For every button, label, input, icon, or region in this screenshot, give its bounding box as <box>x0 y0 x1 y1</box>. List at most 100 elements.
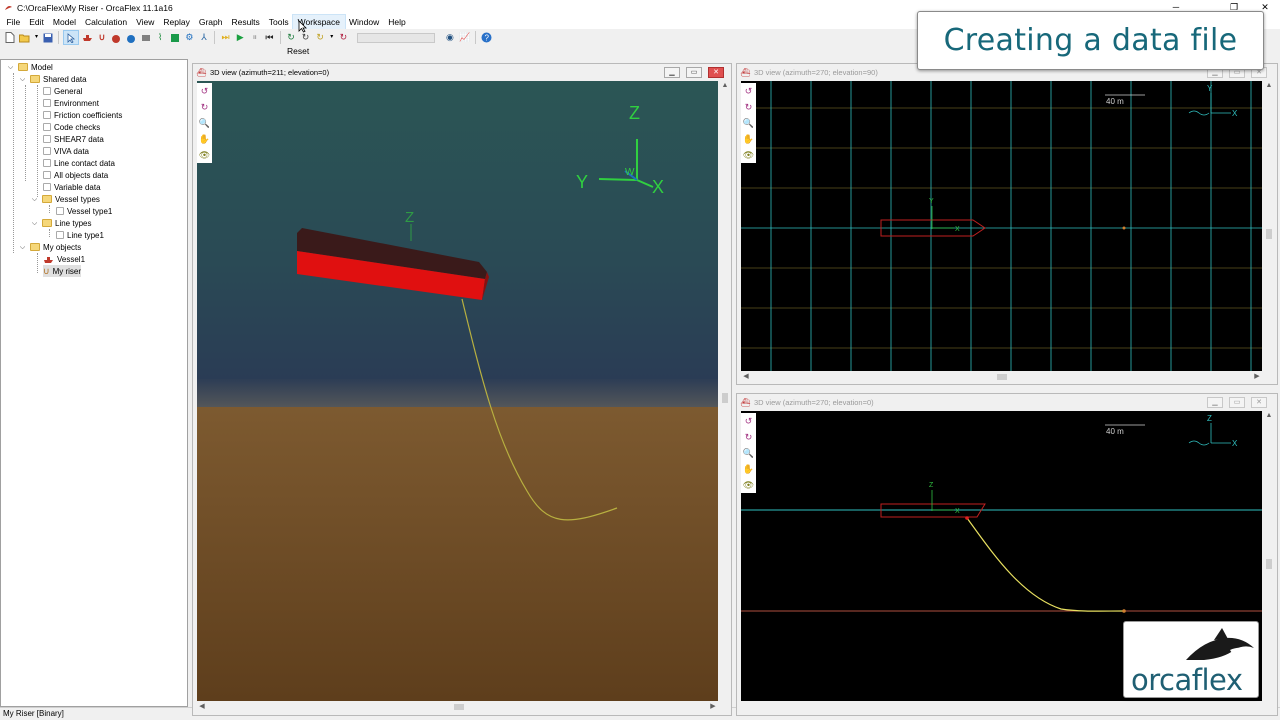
view-parameters-icon[interactable]: 👁 <box>198 148 211 162</box>
graph-icon[interactable]: 📈 <box>459 32 470 43</box>
tree-item-vessel-type1[interactable]: Vessel type1 <box>56 205 112 217</box>
tree-line-types[interactable]: ⌵ Line types <box>31 217 92 229</box>
scroll-left-arrow[interactable]: ◀ <box>741 372 751 382</box>
view-parameters-icon[interactable]: 👁 <box>742 478 755 492</box>
scroll-up-arrow[interactable]: ▲ <box>720 81 730 91</box>
main-view-horizontal-scrollbar[interactable]: ◀ ▶ <box>197 702 718 712</box>
tree-item-shear7[interactable]: SHEAR7 data <box>43 133 104 145</box>
new-winch-icon[interactable] <box>140 32 151 43</box>
tree-item-all-objects[interactable]: All objects data <box>43 169 108 181</box>
replay-step-icon[interactable]: ↻ <box>300 32 311 43</box>
tree-item-line-contact[interactable]: Line contact data <box>43 157 115 169</box>
zoom-icon[interactable]: 🔍 <box>742 116 755 130</box>
pause-icon[interactable]: ⏸ <box>249 32 260 43</box>
tree-item-environment[interactable]: Environment <box>43 97 99 109</box>
new-line-icon[interactable]: ∪ <box>96 32 107 43</box>
view-close-button[interactable]: ✕ <box>1251 397 1267 408</box>
menu-calculation[interactable]: Calculation <box>81 15 132 29</box>
elevation-view-vertical-scrollbar[interactable]: ▲ <box>1264 411 1274 701</box>
menu-edit[interactable]: Edit <box>25 15 49 29</box>
collapse-icon[interactable]: ⌵ <box>19 244 26 251</box>
new-turbine-icon[interactable]: ⅄ <box>199 32 210 43</box>
collapse-icon[interactable]: ⌵ <box>7 64 14 71</box>
help-icon[interactable]: ? <box>481 32 492 43</box>
plan-view-vertical-scrollbar[interactable]: ▲ <box>1264 81 1274 371</box>
new-shape-icon[interactable] <box>169 32 180 43</box>
collapse-icon[interactable]: ⌵ <box>19 76 26 83</box>
menu-help[interactable]: Help <box>384 15 410 29</box>
rotate-view-icon[interactable]: ↺ <box>742 84 755 98</box>
plan-view-horizontal-scrollbar[interactable]: ◀ ▶ <box>741 372 1262 382</box>
view-options-icon[interactable]: ◉ <box>444 32 455 43</box>
replay-stop-icon[interactable]: ↻ <box>338 32 349 43</box>
view-parameters-icon[interactable]: 👁 <box>742 148 755 162</box>
new-vessel-icon[interactable] <box>82 32 93 43</box>
scroll-thumb[interactable] <box>1266 559 1272 569</box>
tree-shared-data[interactable]: ⌵ Shared data <box>19 73 87 85</box>
menu-view[interactable]: View <box>132 15 159 29</box>
zoom-icon[interactable]: 🔍 <box>198 116 211 130</box>
save-icon[interactable] <box>43 32 54 43</box>
reset-icon[interactable]: ⏮ <box>264 32 275 43</box>
main-3d-scene[interactable]: Z Z Y X W <box>197 81 718 701</box>
tree-item-line-type1[interactable]: Line type1 <box>56 229 104 241</box>
menu-graph[interactable]: Graph <box>194 15 227 29</box>
tree-item-my-riser[interactable]: ∪ My riser <box>43 265 82 277</box>
scroll-thumb[interactable] <box>997 374 1007 380</box>
menu-window[interactable]: Window <box>345 15 384 29</box>
collapse-icon[interactable]: ⌵ <box>31 196 38 203</box>
tree-my-objects[interactable]: ⌵ My objects <box>19 241 81 253</box>
run-simulation-icon[interactable]: ▶ <box>235 32 246 43</box>
pan-icon[interactable]: ✋ <box>198 132 211 146</box>
rotate-view-icon[interactable]: ↺ <box>742 414 755 428</box>
scroll-thumb[interactable] <box>722 393 728 403</box>
rotate-view-alt-icon[interactable]: ↻ <box>742 430 755 444</box>
new-link-icon[interactable]: ⌇ <box>155 32 166 43</box>
menu-results[interactable]: Results <box>227 15 264 29</box>
tree-item-variable-data[interactable]: Variable data <box>43 181 101 193</box>
tree-item-friction[interactable]: Friction coefficients <box>43 109 122 121</box>
replay-start-icon[interactable]: ↻ <box>285 32 296 43</box>
pan-icon[interactable]: ✋ <box>742 462 755 476</box>
tree-item-viva[interactable]: VIVA data <box>43 145 89 157</box>
scroll-thumb[interactable] <box>454 704 464 710</box>
view-close-button[interactable]: ✕ <box>708 67 724 78</box>
new-file-icon[interactable] <box>5 32 16 43</box>
rotate-view-alt-icon[interactable]: ↻ <box>742 100 755 114</box>
replay-dropdown-icon[interactable]: ▾ <box>329 32 334 43</box>
new-3d-buoy-icon[interactable] <box>126 32 137 43</box>
calculate-statics-icon[interactable]: ⏭ <box>220 32 231 43</box>
tree-model[interactable]: ⌵ Model <box>7 61 53 73</box>
collapse-icon[interactable]: ⌵ <box>31 220 38 227</box>
zoom-icon[interactable]: 🔍 <box>742 446 755 460</box>
scroll-up-arrow[interactable]: ▲ <box>1264 411 1274 421</box>
new-constraint-icon[interactable]: ⚙ <box>184 32 195 43</box>
tree-item-general[interactable]: General <box>43 85 82 97</box>
main-view-vertical-scrollbar[interactable]: ▲ <box>720 81 730 701</box>
scroll-up-arrow[interactable]: ▲ <box>1264 81 1274 91</box>
scroll-right-arrow[interactable]: ▶ <box>1252 372 1262 382</box>
view-minimize-button[interactable]: ▁ <box>664 67 680 78</box>
view-maximize-button[interactable]: ▭ <box>686 67 702 78</box>
view-maximize-button[interactable]: ▭ <box>1229 397 1245 408</box>
plan-view-scene[interactable]: Y X 40 m Y X <box>741 81 1262 371</box>
view-minimize-button[interactable]: ▁ <box>1207 397 1223 408</box>
rotate-view-icon[interactable]: ↺ <box>198 84 211 98</box>
menu-file[interactable]: File <box>2 15 25 29</box>
pan-icon[interactable]: ✋ <box>742 132 755 146</box>
scroll-left-arrow[interactable]: ◀ <box>197 702 207 712</box>
new-6d-buoy-icon[interactable] <box>111 32 122 43</box>
open-dropdown-icon[interactable]: ▾ <box>34 32 39 43</box>
scroll-right-arrow[interactable]: ▶ <box>708 702 718 712</box>
rotate-view-alt-icon[interactable]: ↻ <box>198 100 211 114</box>
menu-tools[interactable]: Tools <box>264 15 293 29</box>
select-mode-icon[interactable] <box>63 30 80 45</box>
replay-speed-icon[interactable]: ↻ <box>315 32 326 43</box>
replay-progress-bar[interactable] <box>356 32 435 43</box>
open-file-icon[interactable] <box>19 32 30 43</box>
tree-item-code-checks[interactable]: Code checks <box>43 121 100 133</box>
menu-replay[interactable]: Replay <box>159 15 194 29</box>
tree-item-vessel1[interactable]: Vessel1 <box>43 253 85 265</box>
menu-model[interactable]: Model <box>48 15 80 29</box>
tree-vessel-types[interactable]: ⌵ Vessel types <box>31 193 100 205</box>
